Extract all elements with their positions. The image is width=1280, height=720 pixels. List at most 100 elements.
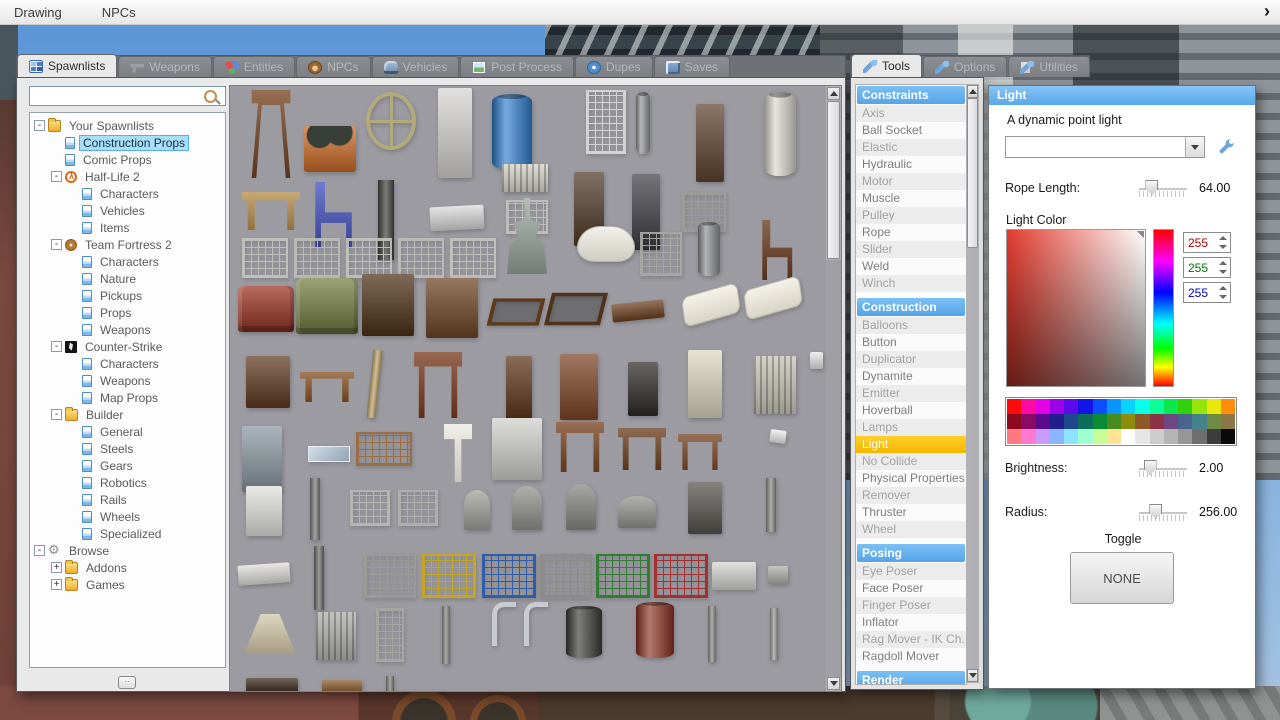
tree-item-addons[interactable]: + Addons [30, 559, 225, 576]
spawn-icon-pole[interactable] [766, 478, 776, 532]
spawn-icon-pipes[interactable] [524, 602, 548, 646]
tool-item-emitter[interactable]: Emitter [856, 385, 966, 402]
tool-item-winch[interactable]: Winch [856, 275, 966, 292]
spawn-icon-box[interactable] [506, 356, 532, 422]
color-swatch[interactable] [1149, 399, 1164, 414]
tree-item-gears[interactable]: Gears [30, 457, 225, 474]
rope-length-slider[interactable] [1139, 178, 1187, 200]
tree-item-counter-strike[interactable]: - Counter-Strike [30, 338, 225, 355]
spawn-icon-box[interactable] [628, 362, 658, 416]
color-swatch[interactable] [1007, 414, 1022, 429]
scrollbar-track[interactable] [826, 260, 841, 677]
spawn-icon-cyl[interactable] [636, 92, 650, 154]
tree-item-steels[interactable]: Steels [30, 440, 225, 457]
tool-item-no-collide[interactable]: No Collide [856, 453, 966, 470]
tree-item-characters[interactable]: Characters [30, 355, 225, 372]
preset-tool-button[interactable] [1215, 136, 1237, 158]
spawn-icon-grid[interactable] [376, 608, 404, 662]
tab-post-process[interactable]: Post Process [460, 56, 574, 77]
spawn-icon-mattress[interactable] [681, 282, 741, 328]
spawnlist-search-box[interactable] [29, 86, 226, 106]
color-swatch[interactable] [1049, 399, 1064, 414]
color-swatch[interactable] [1163, 414, 1178, 429]
tree-item-map-props[interactable]: Map Props [30, 389, 225, 406]
tab-weapons[interactable]: Weapons [118, 56, 212, 77]
blue-value-spinner[interactable]: 255 [1183, 282, 1231, 303]
spawn-icon-grid[interactable] [482, 554, 536, 598]
spawn-icon-box[interactable] [242, 426, 282, 492]
spawn-icon-spools[interactable] [304, 126, 356, 172]
color-swatch[interactable] [1220, 429, 1235, 444]
spawn-icon-box[interactable] [492, 418, 542, 480]
tab-npcs[interactable]: NPCs [296, 56, 371, 77]
color-saturation-square[interactable] [1006, 229, 1146, 387]
spawn-icon-cyl[interactable] [764, 92, 796, 176]
tab-saves[interactable]: Saves [653, 56, 730, 77]
spawn-icon-ribbed[interactable] [502, 164, 548, 192]
tool-item-lamps[interactable]: Lamps [856, 419, 966, 436]
color-swatch[interactable] [1092, 429, 1107, 444]
tool-item-inflator[interactable]: Inflator [856, 614, 966, 631]
tool-item-face-poser[interactable]: Face Poser [856, 580, 966, 597]
tab-utilities[interactable]: Utilities [1008, 56, 1091, 77]
spawn-icon-stool[interactable] [251, 90, 291, 178]
tool-item-rag-mover-ik-ch[interactable]: Rag Mover - IK Ch... [856, 631, 966, 648]
tool-item-axis[interactable]: Axis [856, 105, 966, 122]
spawn-icon-pole[interactable] [442, 606, 450, 664]
color-swatch[interactable] [1049, 414, 1064, 429]
hue-bar[interactable] [1153, 229, 1174, 387]
spawn-icon-box[interactable] [696, 104, 724, 182]
spawn-icon-grid[interactable] [398, 490, 438, 526]
spawn-icon-pole[interactable] [310, 478, 320, 540]
tool-item-finger-poser[interactable]: Finger Poser [856, 597, 966, 614]
color-swatch[interactable] [1078, 399, 1093, 414]
tree-item-half-life-2[interactable]: - Half-Life 2 [30, 168, 225, 185]
spawn-icon-grid[interactable] [540, 554, 592, 598]
spawn-icon-table[interactable] [556, 422, 604, 472]
tab-spawnlists[interactable]: Spawnlists [17, 54, 118, 77]
tree-expander-expand-icon[interactable]: + [51, 579, 62, 590]
color-swatch[interactable] [1163, 429, 1178, 444]
tool-item-slider[interactable]: Slider [856, 241, 966, 258]
spin-up-icon[interactable] [1219, 236, 1227, 240]
spin-down-icon[interactable] [1219, 270, 1227, 274]
spawn-icon-sofa[interactable] [296, 278, 358, 334]
color-swatch[interactable] [1135, 399, 1150, 414]
spawn-icon-table[interactable] [300, 372, 354, 402]
spin-down-icon[interactable] [1219, 245, 1227, 249]
tool-item-wheel[interactable]: Wheel [856, 521, 966, 538]
tool-item-hoverball[interactable]: Hoverball [856, 402, 966, 419]
spawn-icon-grid[interactable] [422, 554, 476, 598]
color-swatch[interactable] [1021, 399, 1036, 414]
color-swatch[interactable] [1092, 399, 1107, 414]
tab-tools[interactable]: Tools [851, 54, 923, 77]
spawn-icon-cyl[interactable] [698, 222, 720, 276]
color-swatch[interactable] [1192, 414, 1207, 429]
spawn-icon-pipes[interactable] [492, 602, 516, 646]
tool-item-dynamite[interactable]: Dynamite [856, 368, 966, 385]
tree-item-characters[interactable]: Characters [30, 253, 225, 270]
spawn-icon-grid[interactable] [350, 490, 390, 526]
color-swatch[interactable] [1178, 399, 1193, 414]
spawn-icon-grid[interactable] [640, 232, 682, 276]
spawn-icon-grid[interactable] [346, 238, 392, 278]
spawn-icon-pole[interactable] [708, 606, 716, 662]
spawn-icon-box[interactable] [768, 566, 788, 584]
green-value-spinner[interactable]: 255 [1183, 257, 1231, 278]
spawn-icon-table[interactable] [618, 428, 666, 470]
tab-vehicles[interactable]: Vehicles [371, 56, 460, 77]
spawn-icon-grid[interactable] [654, 554, 708, 598]
menu-drawing[interactable]: Drawing [14, 5, 62, 20]
tree-item-robotics[interactable]: Robotics [30, 474, 225, 491]
spawn-icon-box[interactable] [712, 562, 756, 590]
spawn-icon-box[interactable] [426, 278, 478, 338]
spawn-icon-box[interactable] [688, 350, 722, 418]
spawn-icon-box[interactable] [429, 204, 485, 232]
color-swatch[interactable] [1206, 429, 1221, 444]
color-swatch[interactable] [1149, 429, 1164, 444]
menu-npcs[interactable]: NPCs [102, 5, 136, 20]
radius-slider[interactable] [1139, 502, 1187, 524]
tree-resize-grip-button[interactable]: ·· [118, 676, 136, 689]
tree-item-pickups[interactable]: Pickups [30, 287, 225, 304]
tree-item-characters[interactable]: Characters [30, 185, 225, 202]
